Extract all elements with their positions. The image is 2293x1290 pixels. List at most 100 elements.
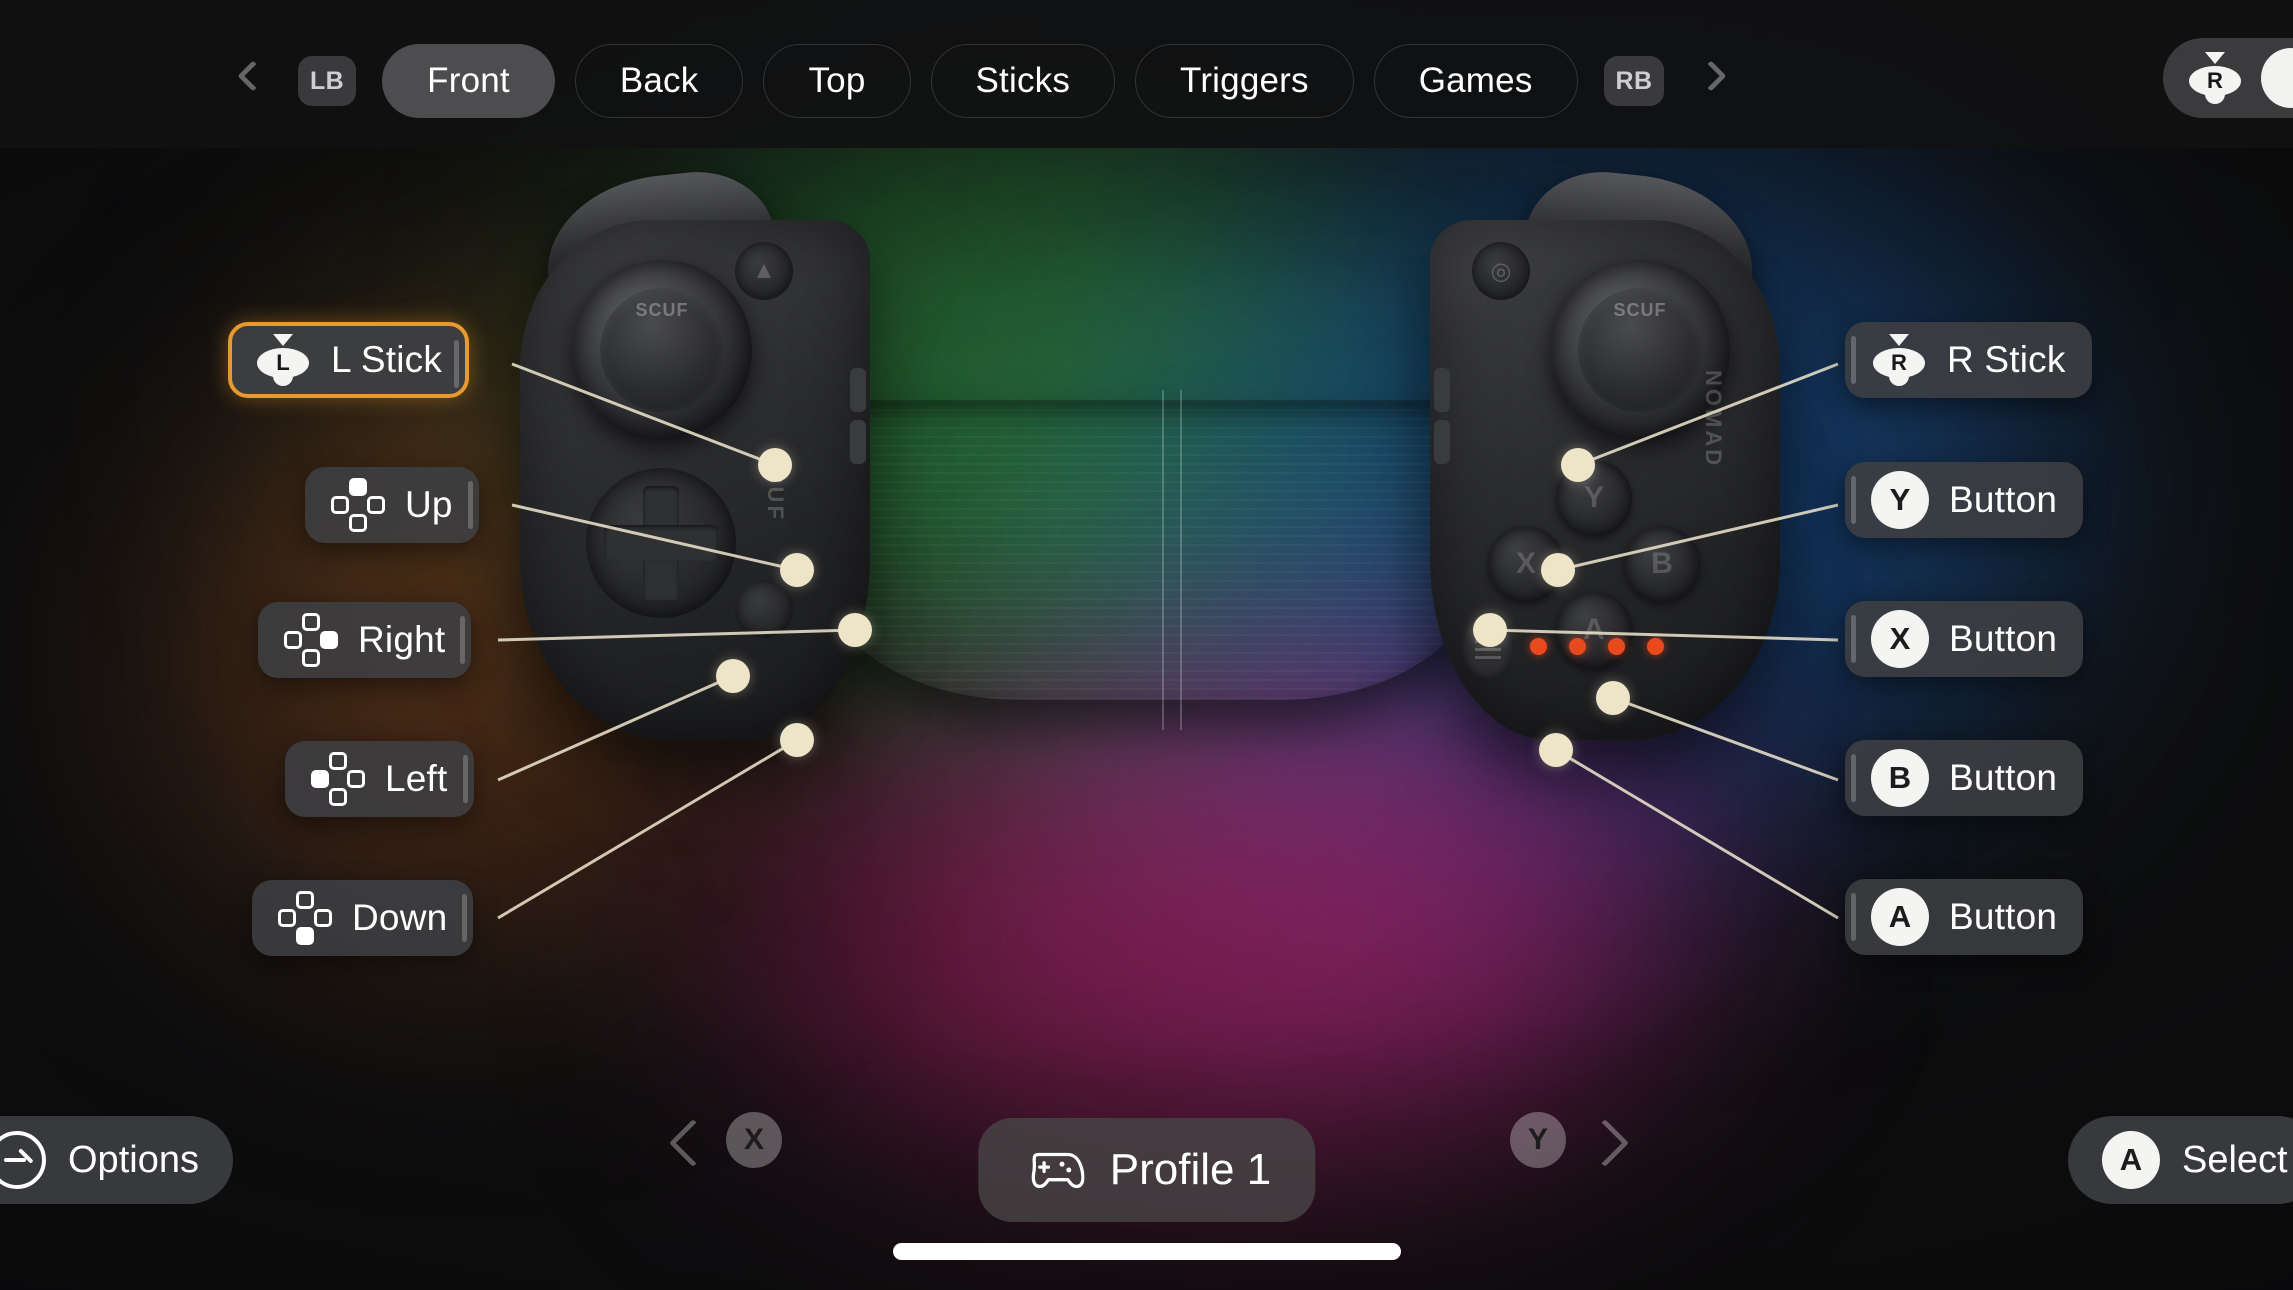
corner-chip-secondary <box>2261 48 2293 108</box>
callout-label: Left <box>385 758 448 799</box>
r-stick-icon: R <box>1871 332 1927 388</box>
callout-l-stick[interactable]: L L Stick <box>228 322 470 398</box>
callout-connector-stub <box>467 481 473 529</box>
hotspot-a-button[interactable] <box>1539 733 1573 767</box>
hotspot-r-stick[interactable] <box>1561 448 1595 482</box>
r-stick-hint-chip[interactable]: R <box>2163 38 2293 118</box>
led-indicator-group <box>1530 638 1664 655</box>
home-indicator <box>892 1243 1401 1260</box>
tab-triggers[interactable]: Triggers <box>1135 44 1354 118</box>
app-root: SCUF ▲ SCUF SCUF ◎ Y X B A NOMAD L L Sti… <box>0 0 2293 1290</box>
gamepad-icon <box>1031 1152 1084 1189</box>
led-1 <box>1530 638 1547 655</box>
tab-back[interactable]: Back <box>574 44 744 118</box>
callout-x-button[interactable]: X Button <box>1845 601 2084 677</box>
callout-a-button[interactable]: A Button <box>1845 879 2084 955</box>
right-home-button: ◎ <box>1472 242 1530 300</box>
hotspot-x-button[interactable] <box>1473 613 1507 647</box>
right-rail-button-2 <box>1434 420 1450 464</box>
callout-label: Button <box>1949 896 2058 937</box>
l-stick-icon: L <box>255 332 311 388</box>
profile-prev-chevron-icon[interactable] <box>668 1118 718 1168</box>
callout-label: R Stick <box>1947 339 2066 380</box>
callout-connector-stub <box>454 340 460 388</box>
select-button[interactable]: A Select <box>2068 1116 2293 1204</box>
led-4 <box>1647 638 1664 655</box>
dpad-up-icon <box>331 478 385 532</box>
callout-connector-stub <box>1851 615 1856 663</box>
left-extra-button <box>735 580 793 638</box>
tab-sticks[interactable]: Sticks <box>930 44 1116 118</box>
callout-label: Button <box>1949 618 2058 659</box>
chevron-right-icon[interactable] <box>1690 53 1730 109</box>
callout-label: Down <box>352 897 448 938</box>
left-bumper-hint: LB <box>298 56 357 106</box>
callout-connector-stub <box>462 755 468 803</box>
select-label: Select <box>2182 1138 2288 1181</box>
stick-cap-wordmark-right: SCUF <box>1613 300 1667 320</box>
hotspot-b-button[interactable] <box>1596 681 1630 715</box>
r-stick-icon: R <box>2187 50 2243 106</box>
profile-next-button-hint: Y <box>1510 1112 1566 1168</box>
callout-connector-stub <box>1851 476 1856 524</box>
x-badge-icon: X <box>1871 610 1929 668</box>
callout-label: Right <box>358 619 446 660</box>
stick-cap-wordmark: SCUF <box>635 300 689 320</box>
callout-connector-stub <box>1851 893 1856 941</box>
callout-dpad-right[interactable]: Right <box>258 602 472 678</box>
bottom-action-bar: Options X Profile 1 Y A Select <box>0 1090 2293 1290</box>
face-button-a: A <box>1556 592 1632 668</box>
callout-connector-stub <box>462 894 468 942</box>
callout-label: Up <box>405 484 453 525</box>
dpad-left-icon <box>311 752 365 806</box>
y-badge-icon: Y <box>1871 471 1929 529</box>
hotspot-dpad-up[interactable] <box>780 553 814 587</box>
dpad <box>586 468 736 618</box>
controller-bridge <box>820 400 1480 700</box>
hotspot-l-stick[interactable] <box>758 448 792 482</box>
left-thumbstick: SCUF <box>572 260 752 440</box>
profile-next-chevron-icon[interactable] <box>1580 1118 1630 1168</box>
callout-label: Button <box>1949 479 2058 520</box>
bridge-seam-left <box>1162 390 1164 730</box>
callout-r-stick[interactable]: R R Stick <box>1845 322 2092 398</box>
right-bumper-hint: RB <box>1603 56 1665 106</box>
left-home-button: ▲ <box>735 242 793 300</box>
callout-connector-stub <box>1851 336 1856 384</box>
a-badge-icon: A <box>2102 1131 2160 1189</box>
left-rail-button-1 <box>850 368 866 412</box>
controller-left-grip: SCUF ▲ SCUF <box>520 164 870 740</box>
tab-navigation: LB Front Back Top Sticks Triggers Games … <box>232 44 1730 118</box>
hotspot-dpad-left[interactable] <box>716 659 750 693</box>
a-badge-icon: A <box>1871 888 1929 946</box>
left-rail-button-2 <box>850 420 866 464</box>
callout-y-button[interactable]: Y Button <box>1845 462 2084 538</box>
right-rail-button-1 <box>1434 368 1450 412</box>
callout-label: L Stick <box>331 339 443 380</box>
controller-right-grip: SCUF ◎ Y X B A NOMAD <box>1430 164 1780 740</box>
profile-selector[interactable]: Profile 1 <box>977 1118 1316 1222</box>
hotspot-dpad-down[interactable] <box>780 723 814 757</box>
top-navigation-bar: LB Front Back Top Sticks Triggers Games … <box>0 0 2293 148</box>
callout-b-button[interactable]: B Button <box>1845 740 2084 816</box>
led-3 <box>1608 638 1625 655</box>
options-button[interactable]: Options <box>0 1116 233 1204</box>
options-label: Options <box>68 1138 199 1181</box>
tab-games[interactable]: Games <box>1373 44 1578 118</box>
chevron-left-icon[interactable] <box>232 53 272 109</box>
hotspot-dpad-right[interactable] <box>838 613 872 647</box>
tab-list: Front Back Top Sticks Triggers Games <box>382 44 1578 118</box>
callout-dpad-left[interactable]: Left <box>285 741 474 817</box>
face-button-b: B <box>1624 526 1700 602</box>
callout-connector-stub <box>460 616 466 664</box>
tab-top[interactable]: Top <box>763 44 911 118</box>
hotspot-y-button[interactable] <box>1541 553 1575 587</box>
callout-dpad-down[interactable]: Down <box>252 880 474 956</box>
dpad-down-icon <box>278 891 332 945</box>
callout-label: Button <box>1949 757 2058 798</box>
callout-connector-stub <box>1851 754 1856 802</box>
profile-prev-button-hint: X <box>726 1112 782 1168</box>
profile-label: Profile 1 <box>1109 1145 1272 1194</box>
tab-front[interactable]: Front <box>382 44 555 118</box>
callout-dpad-up[interactable]: Up <box>305 467 479 543</box>
